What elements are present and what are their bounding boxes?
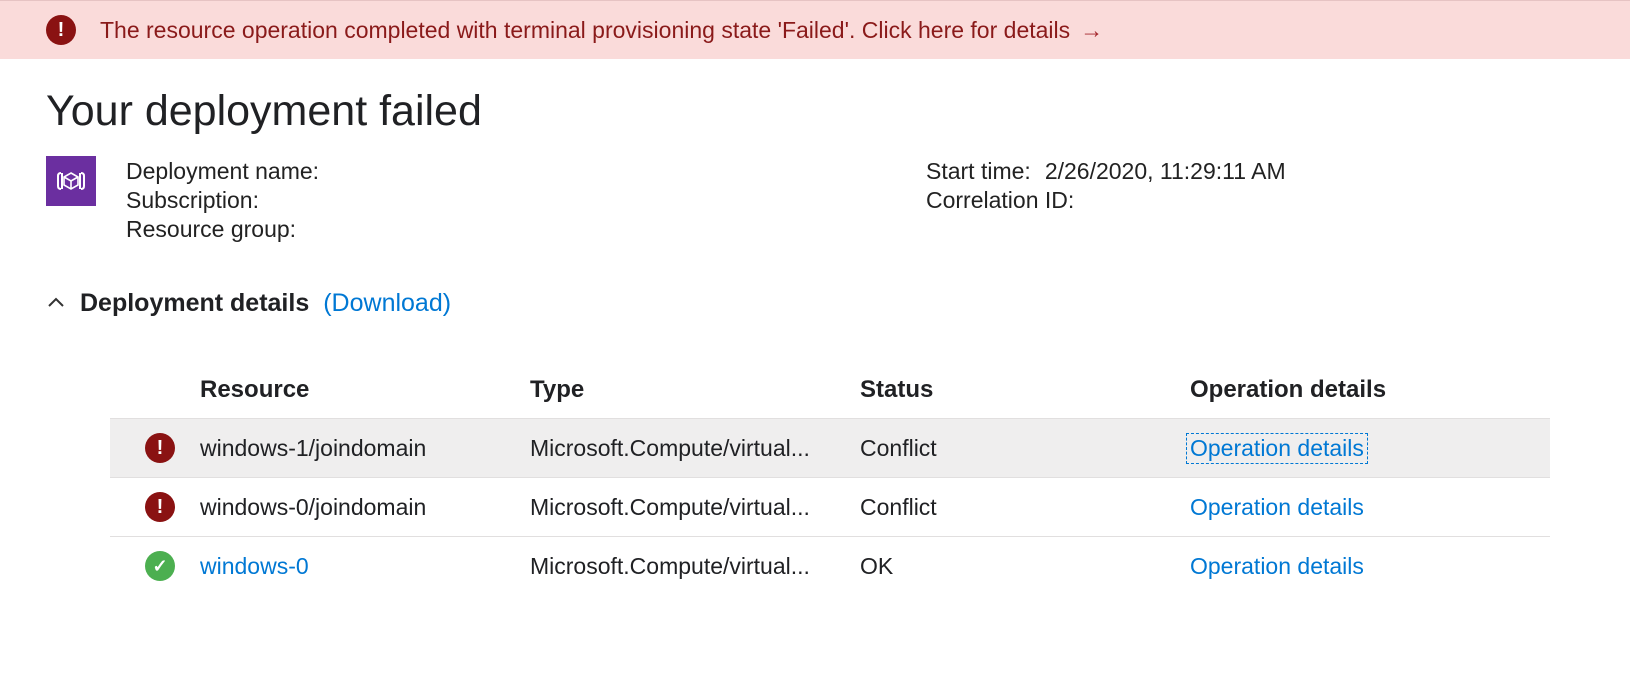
cell-status: Conflict	[860, 494, 1190, 521]
col-op: Operation details	[1190, 376, 1540, 404]
meta-subscription: Subscription:	[126, 187, 926, 214]
error-icon: !	[145, 433, 175, 463]
download-link[interactable]: (Download)	[323, 289, 451, 318]
error-banner[interactable]: ! The resource operation completed with …	[0, 0, 1630, 59]
col-resource: Resource	[200, 376, 530, 404]
deployment-details-label: Deployment details	[80, 289, 309, 318]
operation-details-link[interactable]: Operation details	[1186, 433, 1368, 464]
col-status: Status	[860, 376, 1190, 404]
error-banner-message: The resource operation completed with te…	[100, 17, 1070, 43]
page-title: Your deployment failed	[46, 87, 1584, 136]
deployment-icon	[46, 156, 96, 206]
meta-start-time: Start time: 2/26/2020, 11:29:11 AM	[926, 158, 1584, 185]
deployment-meta: Deployment name: Subscription: Resource …	[46, 156, 1584, 245]
chevron-up-icon[interactable]	[46, 291, 66, 320]
cell-status: OK	[860, 553, 1190, 580]
error-banner-text: The resource operation completed with te…	[100, 17, 1103, 44]
cell-type: Microsoft.Compute/virtual...	[530, 553, 860, 580]
meta-deployment-name: Deployment name:	[126, 158, 926, 185]
error-icon: !	[145, 492, 175, 522]
operation-details-link[interactable]: Operation details	[1190, 494, 1364, 521]
success-icon: ✓	[145, 551, 175, 581]
cell-resource: windows-0/joindomain	[200, 494, 530, 521]
meta-correlation-id: Correlation ID:	[926, 187, 1584, 214]
arrow-right-icon: →	[1080, 17, 1103, 43]
details-table: Resource Type Status Operation details !…	[110, 362, 1550, 595]
cell-status: Conflict	[860, 435, 1190, 462]
col-type: Type	[530, 376, 860, 404]
error-icon: !	[46, 15, 76, 45]
meta-resource-group: Resource group:	[126, 216, 926, 243]
table-row[interactable]: ! windows-0/joindomainMicrosoft.Compute/v…	[110, 477, 1550, 536]
table-header: Resource Type Status Operation details	[110, 362, 1550, 418]
operation-details-link[interactable]: Operation details	[1190, 553, 1364, 580]
table-row[interactable]: ✓ windows-0 Microsoft.Compute/virtual...OK…	[110, 536, 1550, 595]
cell-type: Microsoft.Compute/virtual...	[530, 435, 860, 462]
resource-link[interactable]: windows-0	[200, 553, 309, 579]
cell-type: Microsoft.Compute/virtual...	[530, 494, 860, 521]
cell-resource[interactable]: windows-0	[200, 553, 530, 580]
table-row[interactable]: ! windows-1/joindomainMicrosoft.Compute/v…	[110, 418, 1550, 477]
cell-resource: windows-1/joindomain	[200, 435, 530, 462]
